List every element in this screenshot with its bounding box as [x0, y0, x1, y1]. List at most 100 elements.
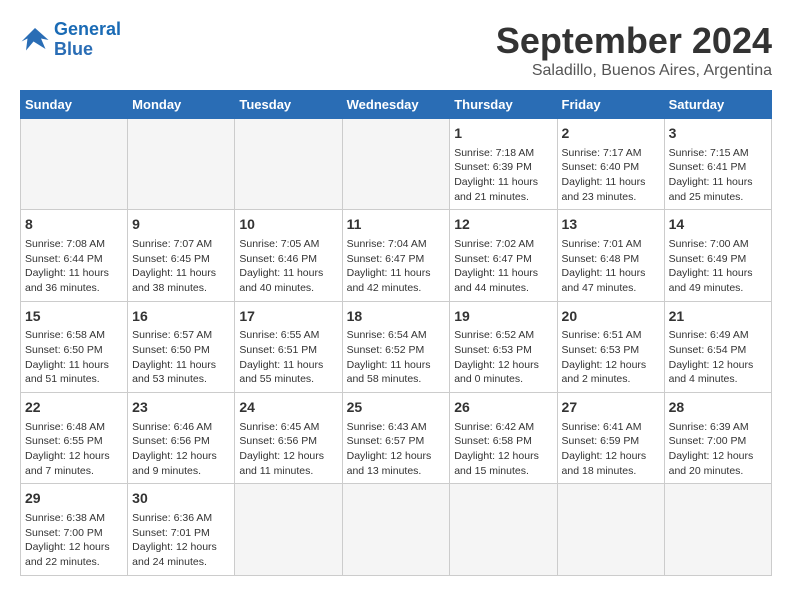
calendar-cell-day-20: 20Sunrise: 6:51 AMSunset: 6:53 PMDayligh…	[557, 301, 664, 392]
day-number: 2	[562, 124, 660, 144]
day-info: Sunrise: 7:18 AMSunset: 6:39 PMDaylight:…	[454, 146, 552, 205]
day-info: Sunrise: 6:58 AMSunset: 6:50 PMDaylight:…	[25, 328, 123, 387]
day-info: Sunrise: 6:43 AMSunset: 6:57 PMDaylight:…	[347, 420, 446, 479]
calendar-cell-day-19: 19Sunrise: 6:52 AMSunset: 6:53 PMDayligh…	[450, 301, 557, 392]
day-number: 19	[454, 307, 552, 327]
calendar-cell-empty	[235, 484, 342, 575]
calendar-cell-day-9: 9Sunrise: 7:07 AMSunset: 6:45 PMDaylight…	[128, 210, 235, 301]
day-info: Sunrise: 6:48 AMSunset: 6:55 PMDaylight:…	[25, 420, 123, 479]
calendar-cell-day-29: 29Sunrise: 6:38 AMSunset: 7:00 PMDayligh…	[21, 484, 128, 575]
calendar-cell-day-8: 8Sunrise: 7:08 AMSunset: 6:44 PMDaylight…	[21, 210, 128, 301]
calendar-cell-empty	[235, 119, 342, 210]
calendar-cell-day-25: 25Sunrise: 6:43 AMSunset: 6:57 PMDayligh…	[342, 393, 450, 484]
calendar-week-row: 15Sunrise: 6:58 AMSunset: 6:50 PMDayligh…	[21, 301, 772, 392]
day-number: 22	[25, 398, 123, 418]
day-info: Sunrise: 6:49 AMSunset: 6:54 PMDaylight:…	[669, 328, 767, 387]
calendar-week-row: 8Sunrise: 7:08 AMSunset: 6:44 PMDaylight…	[21, 210, 772, 301]
calendar-header-monday: Monday	[128, 91, 235, 119]
day-number: 18	[347, 307, 446, 327]
day-info: Sunrise: 7:04 AMSunset: 6:47 PMDaylight:…	[347, 237, 446, 296]
day-info: Sunrise: 6:39 AMSunset: 7:00 PMDaylight:…	[669, 420, 767, 479]
day-number: 12	[454, 215, 552, 235]
day-info: Sunrise: 6:52 AMSunset: 6:53 PMDaylight:…	[454, 328, 552, 387]
calendar-cell-day-1: 1Sunrise: 7:18 AMSunset: 6:39 PMDaylight…	[450, 119, 557, 210]
calendar-header-saturday: Saturday	[664, 91, 771, 119]
calendar-header-sunday: Sunday	[21, 91, 128, 119]
day-info: Sunrise: 6:51 AMSunset: 6:53 PMDaylight:…	[562, 328, 660, 387]
day-number: 20	[562, 307, 660, 327]
day-number: 8	[25, 215, 123, 235]
day-number: 26	[454, 398, 552, 418]
day-number: 27	[562, 398, 660, 418]
day-number: 21	[669, 307, 767, 327]
day-number: 10	[239, 215, 337, 235]
logo-bird-icon	[20, 26, 50, 54]
day-info: Sunrise: 6:38 AMSunset: 7:00 PMDaylight:…	[25, 511, 123, 570]
title-area: September 2024 Saladillo, Buenos Aires, …	[496, 20, 772, 80]
day-info: Sunrise: 7:15 AMSunset: 6:41 PMDaylight:…	[669, 146, 767, 205]
calendar-cell-day-18: 18Sunrise: 6:54 AMSunset: 6:52 PMDayligh…	[342, 301, 450, 392]
calendar-week-row: 1Sunrise: 7:18 AMSunset: 6:39 PMDaylight…	[21, 119, 772, 210]
calendar-week-row: 22Sunrise: 6:48 AMSunset: 6:55 PMDayligh…	[21, 393, 772, 484]
day-number: 15	[25, 307, 123, 327]
calendar-cell-day-21: 21Sunrise: 6:49 AMSunset: 6:54 PMDayligh…	[664, 301, 771, 392]
logo: General Blue	[20, 20, 121, 60]
calendar-cell-day-12: 12Sunrise: 7:02 AMSunset: 6:47 PMDayligh…	[450, 210, 557, 301]
calendar-header-tuesday: Tuesday	[235, 91, 342, 119]
logo-line1: General	[54, 19, 121, 39]
day-number: 30	[132, 489, 230, 509]
calendar-header-friday: Friday	[557, 91, 664, 119]
calendar-cell-empty	[557, 484, 664, 575]
calendar-cell-day-16: 16Sunrise: 6:57 AMSunset: 6:50 PMDayligh…	[128, 301, 235, 392]
day-info: Sunrise: 7:02 AMSunset: 6:47 PMDaylight:…	[454, 237, 552, 296]
calendar-cell-day-17: 17Sunrise: 6:55 AMSunset: 6:51 PMDayligh…	[235, 301, 342, 392]
calendar-cell-day-23: 23Sunrise: 6:46 AMSunset: 6:56 PMDayligh…	[128, 393, 235, 484]
calendar-cell-empty	[128, 119, 235, 210]
day-number: 28	[669, 398, 767, 418]
day-info: Sunrise: 7:08 AMSunset: 6:44 PMDaylight:…	[25, 237, 123, 296]
subtitle: Saladillo, Buenos Aires, Argentina	[496, 62, 772, 80]
logo-text: General Blue	[54, 20, 121, 60]
calendar-cell-day-28: 28Sunrise: 6:39 AMSunset: 7:00 PMDayligh…	[664, 393, 771, 484]
day-number: 11	[347, 215, 446, 235]
day-number: 9	[132, 215, 230, 235]
calendar-cell-day-3: 3Sunrise: 7:15 AMSunset: 6:41 PMDaylight…	[664, 119, 771, 210]
calendar-cell-day-2: 2Sunrise: 7:17 AMSunset: 6:40 PMDaylight…	[557, 119, 664, 210]
header: General Blue September 2024 Saladillo, B…	[20, 20, 772, 80]
calendar-header-wednesday: Wednesday	[342, 91, 450, 119]
calendar-cell-day-13: 13Sunrise: 7:01 AMSunset: 6:48 PMDayligh…	[557, 210, 664, 301]
day-number: 13	[562, 215, 660, 235]
calendar-cell-empty	[664, 484, 771, 575]
day-number: 16	[132, 307, 230, 327]
day-number: 29	[25, 489, 123, 509]
day-info: Sunrise: 7:00 AMSunset: 6:49 PMDaylight:…	[669, 237, 767, 296]
calendar-cell-day-10: 10Sunrise: 7:05 AMSunset: 6:46 PMDayligh…	[235, 210, 342, 301]
day-number: 17	[239, 307, 337, 327]
day-number: 14	[669, 215, 767, 235]
calendar-cell-empty	[21, 119, 128, 210]
day-number: 24	[239, 398, 337, 418]
calendar-cell-empty	[450, 484, 557, 575]
calendar-cell-day-22: 22Sunrise: 6:48 AMSunset: 6:55 PMDayligh…	[21, 393, 128, 484]
calendar-cell-day-15: 15Sunrise: 6:58 AMSunset: 6:50 PMDayligh…	[21, 301, 128, 392]
day-number: 25	[347, 398, 446, 418]
day-info: Sunrise: 6:41 AMSunset: 6:59 PMDaylight:…	[562, 420, 660, 479]
day-info: Sunrise: 7:07 AMSunset: 6:45 PMDaylight:…	[132, 237, 230, 296]
day-number: 1	[454, 124, 552, 144]
calendar-cell-day-27: 27Sunrise: 6:41 AMSunset: 6:59 PMDayligh…	[557, 393, 664, 484]
day-info: Sunrise: 6:55 AMSunset: 6:51 PMDaylight:…	[239, 328, 337, 387]
calendar-cell-day-14: 14Sunrise: 7:00 AMSunset: 6:49 PMDayligh…	[664, 210, 771, 301]
calendar-cell-day-30: 30Sunrise: 6:36 AMSunset: 7:01 PMDayligh…	[128, 484, 235, 575]
day-info: Sunrise: 6:42 AMSunset: 6:58 PMDaylight:…	[454, 420, 552, 479]
main-title: September 2024	[496, 20, 772, 62]
day-info: Sunrise: 6:46 AMSunset: 6:56 PMDaylight:…	[132, 420, 230, 479]
logo-line2: Blue	[54, 39, 93, 59]
calendar-week-row: 29Sunrise: 6:38 AMSunset: 7:00 PMDayligh…	[21, 484, 772, 575]
day-info: Sunrise: 6:57 AMSunset: 6:50 PMDaylight:…	[132, 328, 230, 387]
day-info: Sunrise: 7:17 AMSunset: 6:40 PMDaylight:…	[562, 146, 660, 205]
calendar-cell-empty	[342, 119, 450, 210]
day-info: Sunrise: 7:01 AMSunset: 6:48 PMDaylight:…	[562, 237, 660, 296]
calendar-cell-empty	[342, 484, 450, 575]
day-info: Sunrise: 6:45 AMSunset: 6:56 PMDaylight:…	[239, 420, 337, 479]
day-info: Sunrise: 6:36 AMSunset: 7:01 PMDaylight:…	[132, 511, 230, 570]
